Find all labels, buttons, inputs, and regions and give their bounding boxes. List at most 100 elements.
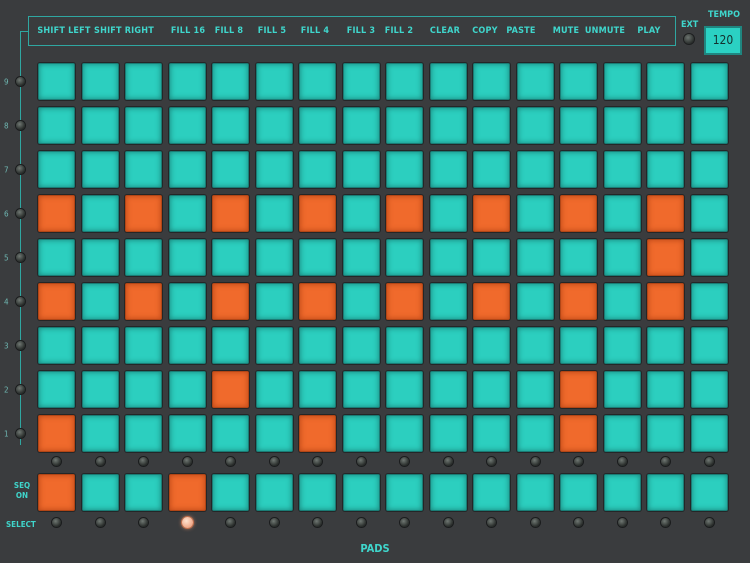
- pad[interactable]: [125, 415, 162, 452]
- pad[interactable]: [125, 371, 162, 408]
- pad[interactable]: [386, 63, 423, 100]
- pad[interactable]: [690, 195, 728, 232]
- sequence-pad[interactable]: [603, 474, 641, 511]
- pad[interactable]: [342, 107, 380, 144]
- pad[interactable]: [81, 371, 119, 408]
- pad[interactable]: [647, 371, 684, 408]
- toolbar-button-fill-2[interactable]: FILL 2: [385, 17, 414, 45]
- sequence-pad[interactable]: [516, 474, 554, 511]
- pad[interactable]: [560, 107, 597, 144]
- pad[interactable]: [299, 63, 336, 100]
- pad[interactable]: [168, 283, 206, 320]
- pad[interactable]: [603, 63, 641, 100]
- toolbar-button-fill-3[interactable]: FILL 3: [347, 17, 376, 45]
- pad[interactable]: [603, 195, 641, 232]
- sequence-pad[interactable]: [560, 474, 597, 511]
- pad[interactable]: [603, 415, 641, 452]
- row-select-led[interactable]: [16, 121, 25, 130]
- pad[interactable]: [255, 415, 293, 452]
- pad[interactable]: [386, 151, 423, 188]
- column-led[interactable]: [530, 457, 540, 466]
- sequence-pad[interactable]: [255, 474, 293, 511]
- pad[interactable]: [386, 371, 423, 408]
- pad[interactable]: [473, 327, 510, 364]
- select-led[interactable]: [400, 518, 409, 527]
- pad[interactable]: [647, 107, 684, 144]
- column-led[interactable]: [704, 457, 714, 466]
- pad[interactable]: [255, 371, 293, 408]
- pad[interactable]: [255, 239, 293, 276]
- toolbar-button-fill-5[interactable]: FILL 5: [258, 17, 287, 45]
- pad[interactable]: [255, 327, 293, 364]
- pad[interactable]: [690, 371, 728, 408]
- pad[interactable]: [168, 63, 206, 100]
- column-led[interactable]: [661, 457, 670, 466]
- pad[interactable]: [212, 195, 249, 232]
- pad[interactable]: [255, 283, 293, 320]
- toolbar-button-fill-16[interactable]: FILL 16: [171, 17, 205, 45]
- pad[interactable]: [81, 239, 119, 276]
- pad[interactable]: [516, 63, 554, 100]
- pad[interactable]: [125, 195, 162, 232]
- ext-sync-toggle[interactable]: [684, 34, 694, 44]
- pad[interactable]: [81, 327, 119, 364]
- pad[interactable]: [125, 63, 162, 100]
- pad[interactable]: [81, 63, 119, 100]
- pad[interactable]: [516, 283, 554, 320]
- pad[interactable]: [429, 151, 467, 188]
- sequence-pad[interactable]: [473, 474, 510, 511]
- pad[interactable]: [81, 151, 119, 188]
- pad[interactable]: [299, 239, 336, 276]
- pad[interactable]: [473, 283, 510, 320]
- pad[interactable]: [560, 371, 597, 408]
- pad[interactable]: [168, 151, 206, 188]
- pad[interactable]: [429, 371, 467, 408]
- toolbar-button-mute[interactable]: MUTE: [553, 17, 580, 45]
- pad[interactable]: [603, 327, 641, 364]
- pad[interactable]: [473, 239, 510, 276]
- pad[interactable]: [516, 107, 554, 144]
- pad[interactable]: [647, 327, 684, 364]
- select-led[interactable]: [226, 518, 235, 527]
- pad[interactable]: [516, 415, 554, 452]
- toolbar-button-paste[interactable]: PASTE: [506, 17, 535, 45]
- pad[interactable]: [690, 327, 728, 364]
- pad[interactable]: [212, 151, 249, 188]
- select-led[interactable]: [574, 518, 583, 527]
- pad[interactable]: [386, 107, 423, 144]
- pad[interactable]: [342, 239, 380, 276]
- pad[interactable]: [647, 283, 684, 320]
- pad[interactable]: [429, 327, 467, 364]
- pad[interactable]: [690, 63, 728, 100]
- pad[interactable]: [386, 195, 423, 232]
- pad[interactable]: [690, 239, 728, 276]
- pad[interactable]: [647, 151, 684, 188]
- pad[interactable]: [38, 151, 75, 188]
- pad[interactable]: [386, 327, 423, 364]
- pad[interactable]: [299, 415, 336, 452]
- pad[interactable]: [603, 371, 641, 408]
- pad[interactable]: [603, 283, 641, 320]
- pad[interactable]: [299, 371, 336, 408]
- sequence-pad[interactable]: [429, 474, 467, 511]
- pad[interactable]: [429, 107, 467, 144]
- column-led[interactable]: [487, 457, 496, 466]
- pad[interactable]: [299, 283, 336, 320]
- pad[interactable]: [429, 63, 467, 100]
- toolbar-button-shift-left[interactable]: SHIFT LEFT: [37, 17, 90, 45]
- toolbar-button-copy[interactable]: COPY: [472, 17, 497, 45]
- pad[interactable]: [81, 415, 119, 452]
- pad[interactable]: [647, 63, 684, 100]
- row-select-led[interactable]: [16, 429, 25, 438]
- pad[interactable]: [81, 107, 119, 144]
- pad[interactable]: [299, 327, 336, 364]
- pad[interactable]: [168, 327, 206, 364]
- pad[interactable]: [255, 151, 293, 188]
- select-led[interactable]: [443, 518, 453, 527]
- pad[interactable]: [560, 327, 597, 364]
- pad[interactable]: [212, 63, 249, 100]
- pad[interactable]: [342, 63, 380, 100]
- pad[interactable]: [342, 283, 380, 320]
- sequence-pad[interactable]: [386, 474, 423, 511]
- row-select-led[interactable]: [16, 253, 25, 262]
